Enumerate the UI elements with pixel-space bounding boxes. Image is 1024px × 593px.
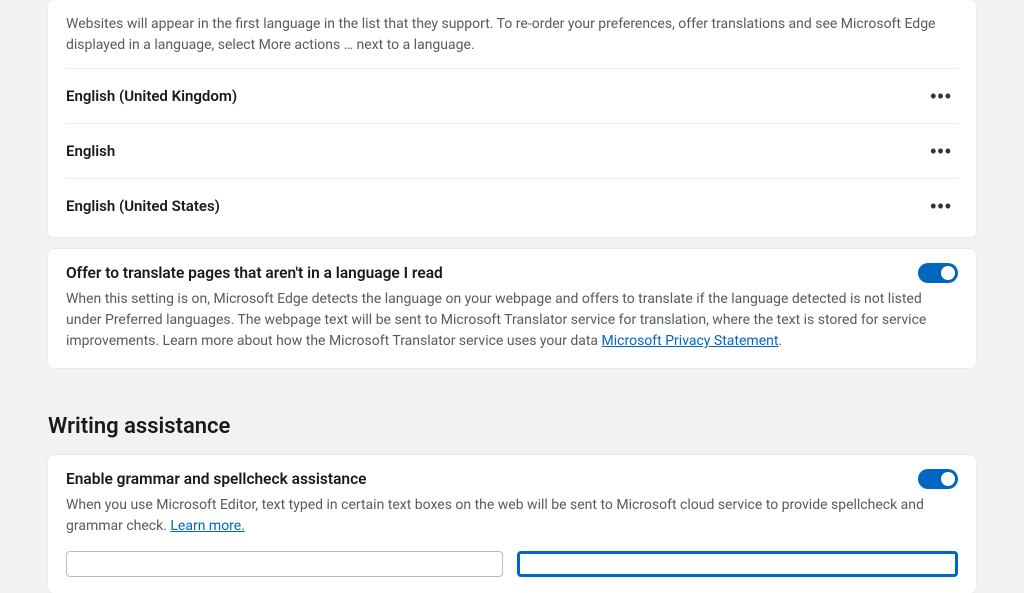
more-actions-button[interactable]: ••• xyxy=(924,138,958,164)
languages-intro-text: Websites will appear in the first langua… xyxy=(66,14,958,56)
grammar-setting-card: Enable grammar and spellcheck assistance… xyxy=(48,455,976,593)
translate-setting-card: Offer to translate pages that aren't in … xyxy=(48,249,976,368)
grammar-description: When you use Microsoft Editor, text type… xyxy=(66,495,958,537)
translate-title: Offer to translate pages that aren't in … xyxy=(66,264,443,282)
more-actions-icon: ••• xyxy=(930,196,952,216)
preferred-languages-card: Websites will appear in the first langua… xyxy=(48,0,976,237)
privacy-statement-link[interactable]: Microsoft Privacy Statement xyxy=(602,333,779,349)
grammar-toggle[interactable] xyxy=(918,469,958,489)
translate-description: When this setting is on, Microsoft Edge … xyxy=(66,289,958,352)
language-row: English (United States) ••• xyxy=(66,178,958,237)
learn-more-link[interactable]: Learn more. xyxy=(170,518,245,534)
more-actions-icon: ••• xyxy=(930,141,952,161)
language-label: English (United Kingdom) xyxy=(66,87,237,105)
translate-toggle[interactable] xyxy=(918,263,958,283)
language-row: English ••• xyxy=(66,123,958,178)
grammar-title: Enable grammar and spellcheck assistance xyxy=(66,470,367,488)
language-row: English (United Kingdom) ••• xyxy=(66,68,958,123)
more-actions-button[interactable]: ••• xyxy=(924,83,958,109)
grammar-option-row xyxy=(66,551,958,577)
more-actions-icon: ••• xyxy=(930,86,952,106)
grammar-option-basic[interactable] xyxy=(66,551,503,577)
language-label: English xyxy=(66,142,115,160)
grammar-option-editor[interactable] xyxy=(517,551,958,577)
more-actions-button[interactable]: ••• xyxy=(924,193,958,219)
language-label: English (United States) xyxy=(66,197,220,215)
writing-assistance-heading: Writing assistance xyxy=(48,414,976,439)
